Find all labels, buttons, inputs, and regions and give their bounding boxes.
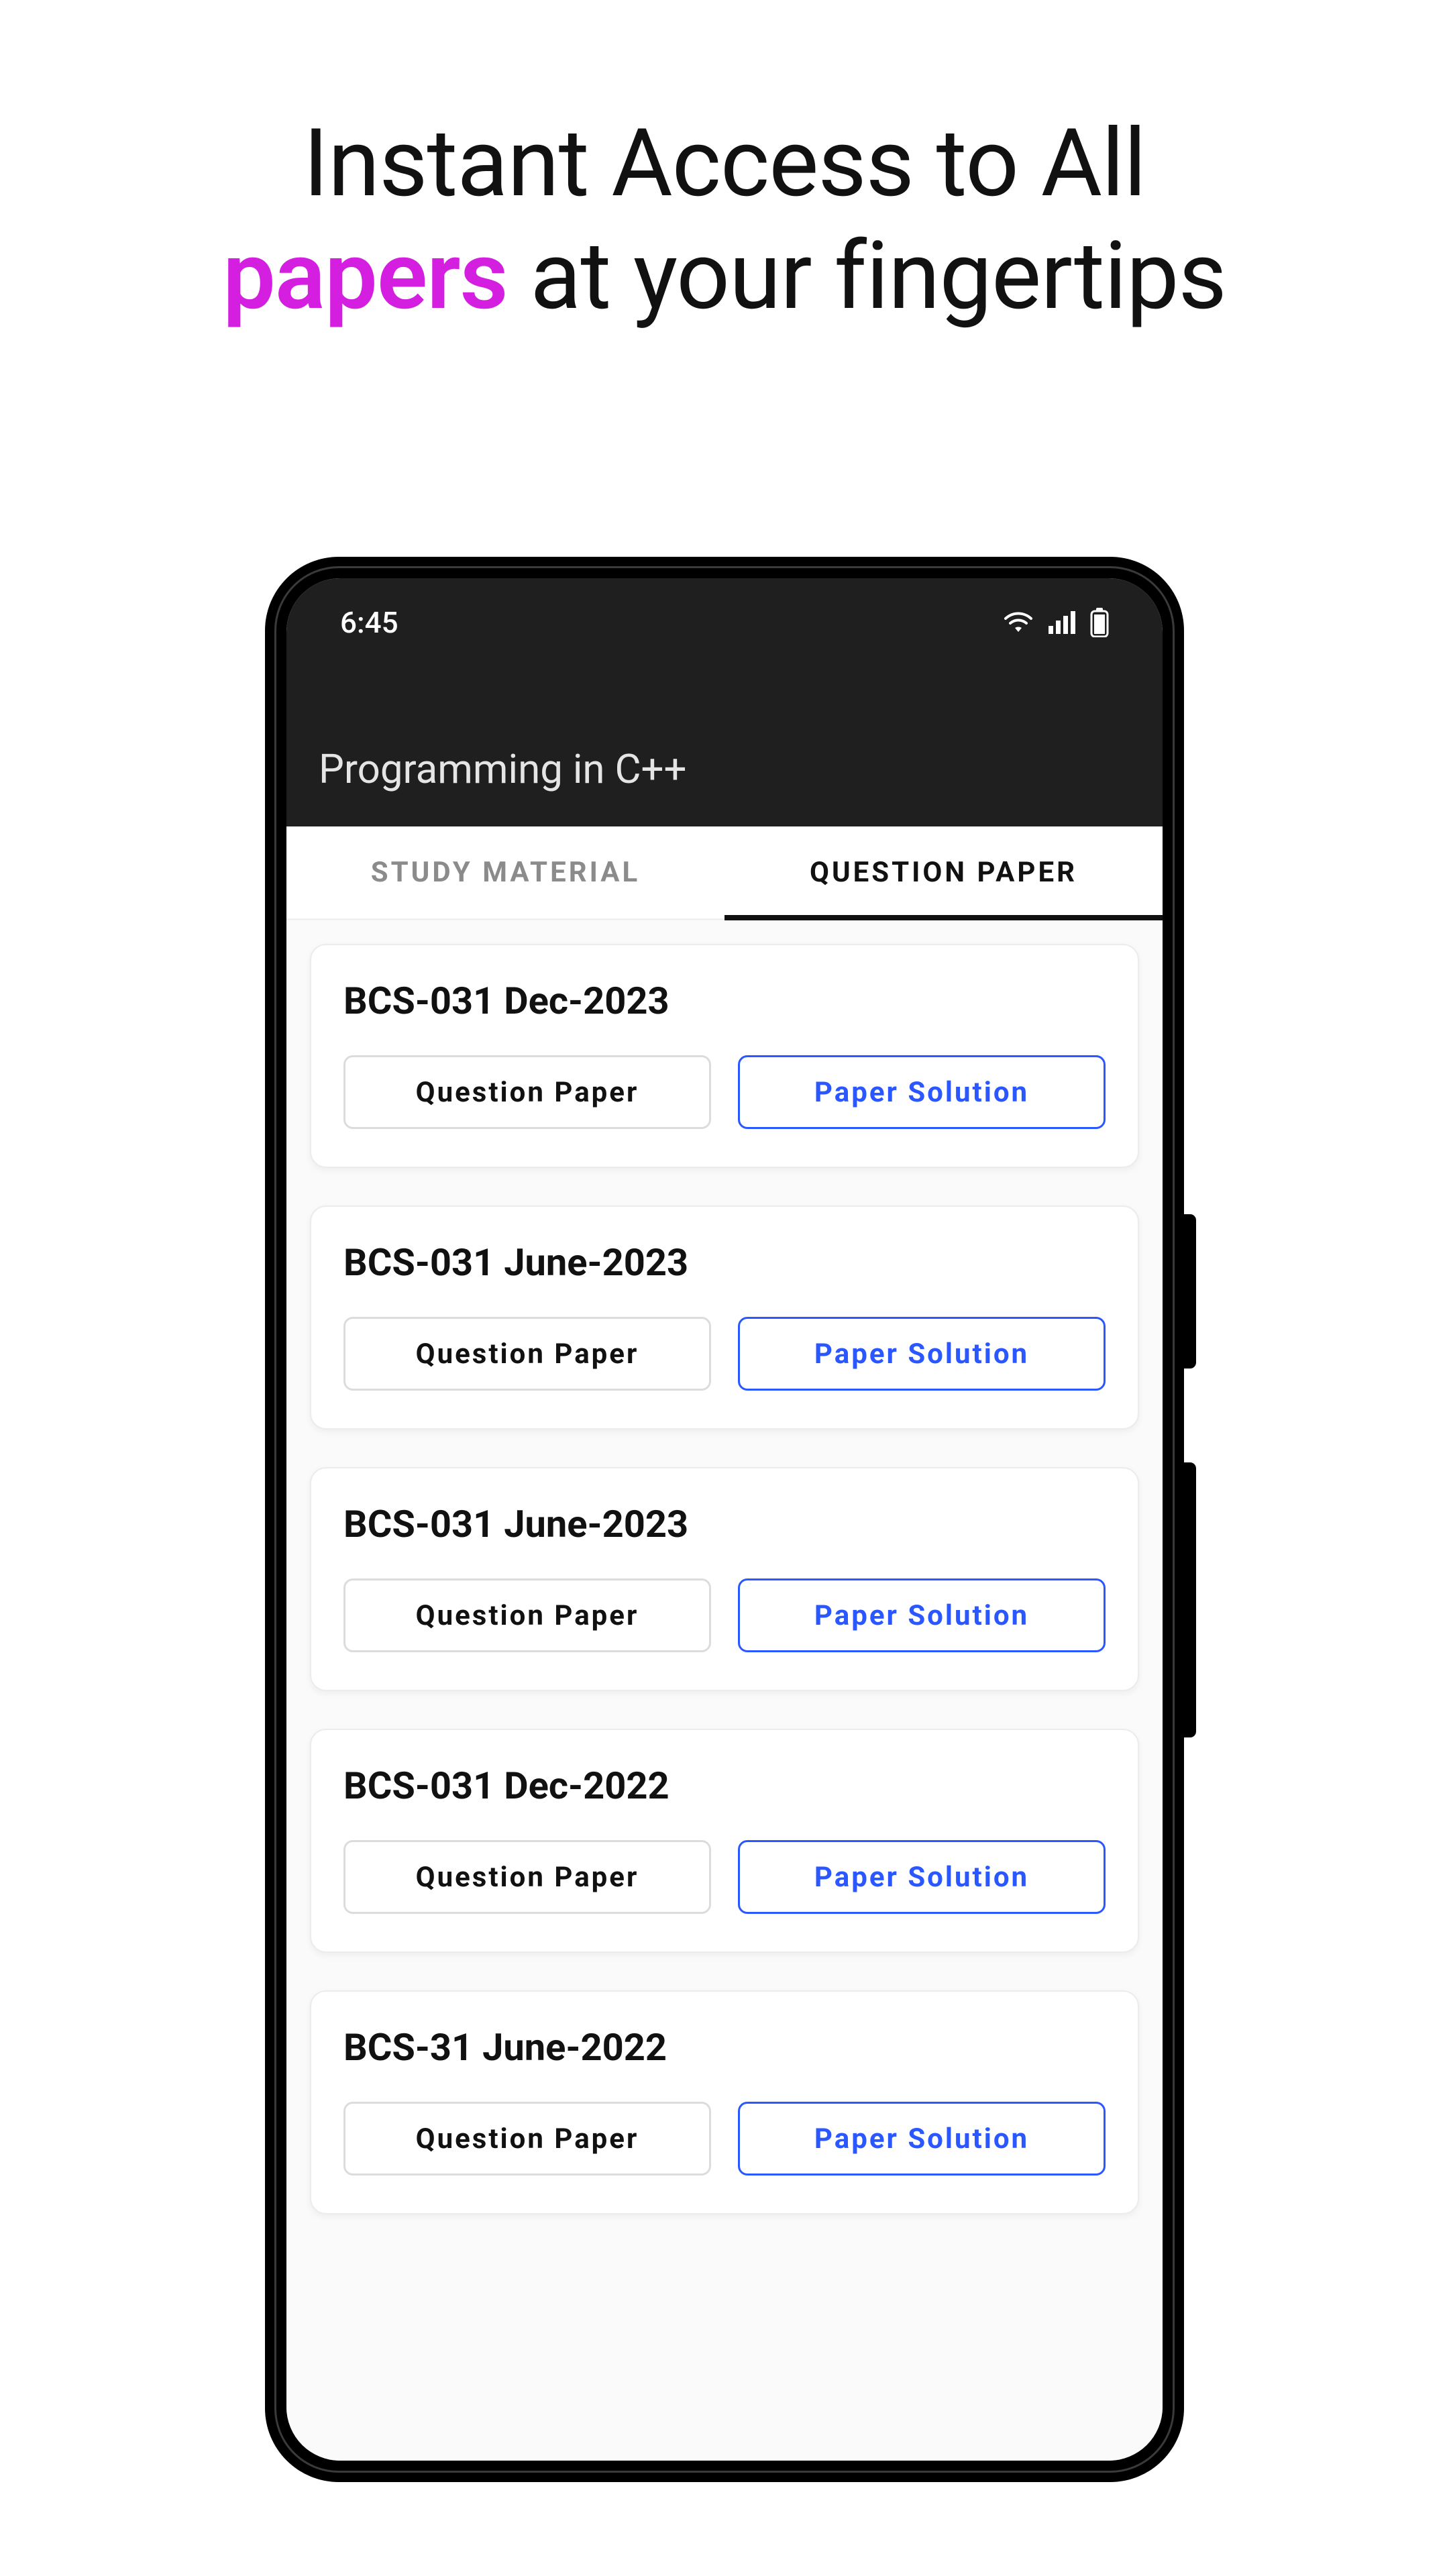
paper-list[interactable]: BCS-031 Dec-2023 Question Paper Paper So…	[286, 920, 1163, 2461]
signal-icon	[1049, 611, 1075, 634]
paper-card: BCS-031 Dec-2023 Question Paper Paper So…	[310, 944, 1139, 1168]
headline-line2-rest: at your fingertips	[508, 221, 1226, 331]
status-icons	[1003, 608, 1109, 637]
question-paper-button[interactable]: Question Paper	[343, 2102, 711, 2176]
wifi-icon	[1003, 610, 1034, 635]
paper-title: BCS-31 June-2022	[343, 2025, 1106, 2070]
paper-actions: Question Paper Paper Solution	[343, 1055, 1106, 1129]
tab-study-material-label: STUDY MATERIAL	[371, 856, 640, 889]
tab-question-paper-label: QUESTION PAPER	[810, 856, 1077, 889]
paper-solution-button-label: Paper Solution	[814, 1338, 1029, 1371]
paper-solution-button[interactable]: Paper Solution	[738, 1055, 1106, 1129]
headline-accent: papers	[223, 221, 507, 331]
paper-title: BCS-031 Dec-2023	[343, 979, 1106, 1023]
paper-card: BCS-031 June-2023 Question Paper Paper S…	[310, 1205, 1139, 1430]
paper-actions: Question Paper Paper Solution	[343, 2102, 1106, 2176]
phone-side-button-2	[1184, 1462, 1196, 1737]
paper-title: BCS-031 June-2023	[343, 1502, 1106, 1546]
paper-solution-button[interactable]: Paper Solution	[738, 1840, 1106, 1914]
phone-frame: 6:45	[265, 557, 1184, 2482]
paper-solution-button-label: Paper Solution	[814, 1076, 1029, 1109]
paper-solution-button[interactable]: Paper Solution	[738, 1317, 1106, 1391]
tabs: STUDY MATERIAL QUESTION PAPER	[286, 826, 1163, 920]
question-paper-button[interactable]: Question Paper	[343, 1840, 711, 1914]
status-time: 6:45	[340, 605, 398, 640]
app-topbar: 6:45	[286, 578, 1163, 826]
paper-title: BCS-031 Dec-2022	[343, 1764, 1106, 1808]
question-paper-button-label: Question Paper	[416, 2123, 639, 2155]
paper-card: BCS-031 Dec-2022 Question Paper Paper So…	[310, 1729, 1139, 1953]
paper-solution-button-label: Paper Solution	[814, 2123, 1029, 2155]
headline-line1: Instant Access to All	[303, 109, 1146, 219]
question-paper-button-label: Question Paper	[416, 1861, 639, 1894]
tab-study-material[interactable]: STUDY MATERIAL	[286, 826, 724, 918]
paper-actions: Question Paper Paper Solution	[343, 1317, 1106, 1391]
paper-card: BCS-31 June-2022 Question Paper Paper So…	[310, 1990, 1139, 2214]
question-paper-button[interactable]: Question Paper	[343, 1578, 711, 1652]
marketing-headline: Instant Access to All papers at your fin…	[0, 107, 1449, 333]
question-paper-button-label: Question Paper	[416, 1076, 639, 1109]
paper-card: BCS-031 June-2023 Question Paper Paper S…	[310, 1467, 1139, 1691]
question-paper-button-label: Question Paper	[416, 1599, 639, 1632]
tab-question-paper[interactable]: QUESTION PAPER	[724, 826, 1163, 918]
paper-solution-button[interactable]: Paper Solution	[738, 1578, 1106, 1652]
status-bar: 6:45	[286, 578, 1163, 640]
paper-solution-button[interactable]: Paper Solution	[738, 2102, 1106, 2176]
battery-icon	[1090, 608, 1109, 637]
phone-side-button-1	[1184, 1214, 1196, 1368]
paper-actions: Question Paper Paper Solution	[343, 1578, 1106, 1652]
phone-screen: 6:45	[286, 578, 1163, 2461]
question-paper-button[interactable]: Question Paper	[343, 1055, 711, 1129]
appbar-title: Programming in C++	[286, 745, 1163, 826]
paper-solution-button-label: Paper Solution	[814, 1599, 1029, 1632]
paper-title: BCS-031 June-2023	[343, 1240, 1106, 1285]
paper-solution-button-label: Paper Solution	[814, 1861, 1029, 1894]
question-paper-button[interactable]: Question Paper	[343, 1317, 711, 1391]
paper-actions: Question Paper Paper Solution	[343, 1840, 1106, 1914]
question-paper-button-label: Question Paper	[416, 1338, 639, 1371]
